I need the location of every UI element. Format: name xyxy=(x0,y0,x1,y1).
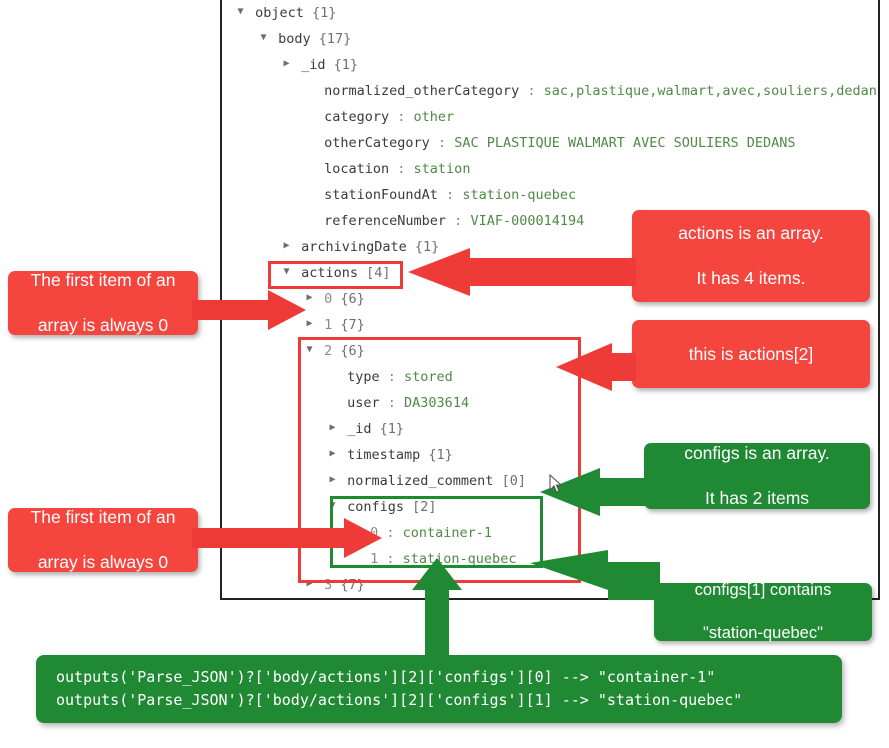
callout-configs-line2: It has 2 items xyxy=(704,488,810,509)
tree-count: {6} xyxy=(340,291,365,307)
tree-key: _id xyxy=(293,57,334,73)
tree-row[interactable]: ▶ category : other xyxy=(222,104,878,130)
tree-key: otherCategory xyxy=(316,135,438,151)
callout-configs1-line1: configs[1] contains xyxy=(694,581,832,600)
tree-value: station-quebec xyxy=(462,187,577,203)
tree-value: VIAF-000014194 xyxy=(470,213,585,229)
highlight-box-actions xyxy=(268,261,403,289)
callout-first-top-line1: The first item of an xyxy=(30,270,176,291)
tree-colon: : xyxy=(527,83,544,99)
callout-first-bottom-line2: array is always 0 xyxy=(37,552,169,573)
tree-count: {1} xyxy=(414,239,440,255)
tree-colon: : xyxy=(437,135,455,151)
caret-placeholder-icon: ▶ xyxy=(303,207,316,233)
callout-configs1-line2: "station-quebec" xyxy=(703,623,823,642)
tree-colon: : xyxy=(397,109,414,125)
callout-first-top-line2: array is always 0 xyxy=(37,315,169,336)
tree-row[interactable]: ▶ _id {1} xyxy=(222,52,878,78)
caret-placeholder-icon: ▶ xyxy=(303,155,316,181)
callout-this-is-actions2: this is actions[2] xyxy=(632,320,870,388)
caret-right-icon[interactable]: ▶ xyxy=(280,51,293,77)
caret-placeholder-icon: ▶ xyxy=(303,103,316,129)
code-line-2: outputs('Parse_JSON')?['body/actions'][2… xyxy=(56,691,743,710)
callout-actions-line2: It has 4 items. xyxy=(696,268,806,289)
caret-placeholder-icon: ▶ xyxy=(303,129,316,155)
tree-count: {7} xyxy=(340,317,365,333)
callout-first-bottom-line1: The first item of an xyxy=(30,507,176,528)
callout-this-is-line1: this is actions[2] xyxy=(688,343,814,364)
highlight-box-configs xyxy=(330,496,543,568)
tree-key: stationFoundAt xyxy=(316,187,447,203)
tree-colon: : xyxy=(397,161,414,177)
tree-value: sac,plastique,walmart,avec,souliers,deda… xyxy=(543,83,880,99)
tree-key: 0 xyxy=(316,291,341,307)
tree-key: object xyxy=(247,5,313,21)
callout-code-expressions: outputs('Parse_JSON')?['body/actions'][2… xyxy=(36,655,842,723)
caret-placeholder-icon: ▶ xyxy=(303,181,316,207)
tree-row[interactable]: ▶ otherCategory : SAC PLASTIQUE WALMART … xyxy=(222,130,878,156)
caret-down-icon[interactable]: ▼ xyxy=(234,0,247,25)
tree-key: category xyxy=(316,109,398,125)
tree-key: archivingDate xyxy=(293,239,415,255)
tree-key: referenceNumber xyxy=(316,213,455,229)
tree-row[interactable]: ▶ stationFoundAt : station-quebec xyxy=(222,182,878,208)
tree-colon: : xyxy=(454,213,471,229)
tree-colon: : xyxy=(446,187,463,203)
code-line-1: outputs('Parse_JSON')?['body/actions'][2… xyxy=(56,668,716,686)
callout-configs-array: configs is an array. It has 2 items xyxy=(644,443,870,509)
tree-value: SAC PLASTIQUE WALMART AVEC SOULIERS DEDA… xyxy=(454,135,796,151)
caret-placeholder-icon: ▶ xyxy=(303,77,316,103)
tree-count: {17} xyxy=(318,31,352,47)
callout-actions-line1: actions is an array. xyxy=(678,223,824,244)
tree-row[interactable]: ▼ object {1} xyxy=(222,0,878,26)
tree-row[interactable]: ▶ normalized_otherCategory : sac,plastiq… xyxy=(222,78,878,104)
tree-count: {1} xyxy=(312,5,337,21)
tree-key: location xyxy=(316,161,398,177)
tree-count: {1} xyxy=(333,57,359,73)
tree-key: 1 xyxy=(316,317,341,333)
tree-key: normalized_otherCategory xyxy=(316,83,528,99)
callout-actions-array: actions is an array. It has 4 items. xyxy=(632,210,870,302)
tree-value: other xyxy=(413,109,455,125)
callout-configs-line1: configs is an array. xyxy=(684,443,830,464)
tree-key: body xyxy=(270,31,319,47)
caret-down-icon[interactable]: ▼ xyxy=(257,25,270,51)
tree-row[interactable]: ▶ location : station xyxy=(222,156,878,182)
callout-first-item-bottom: The first item of an array is always 0 xyxy=(8,507,198,573)
caret-right-icon[interactable]: ▶ xyxy=(280,233,293,259)
tree-value: station xyxy=(413,161,471,177)
callout-configs1-contains: configs[1] contains "station-quebec" xyxy=(654,581,872,642)
tree-row[interactable]: ▼ body {17} xyxy=(222,26,878,52)
caret-right-icon[interactable]: ▶ xyxy=(303,311,316,337)
callout-first-item-top: The first item of an array is always 0 xyxy=(8,270,198,336)
mouse-cursor-icon xyxy=(549,474,563,493)
